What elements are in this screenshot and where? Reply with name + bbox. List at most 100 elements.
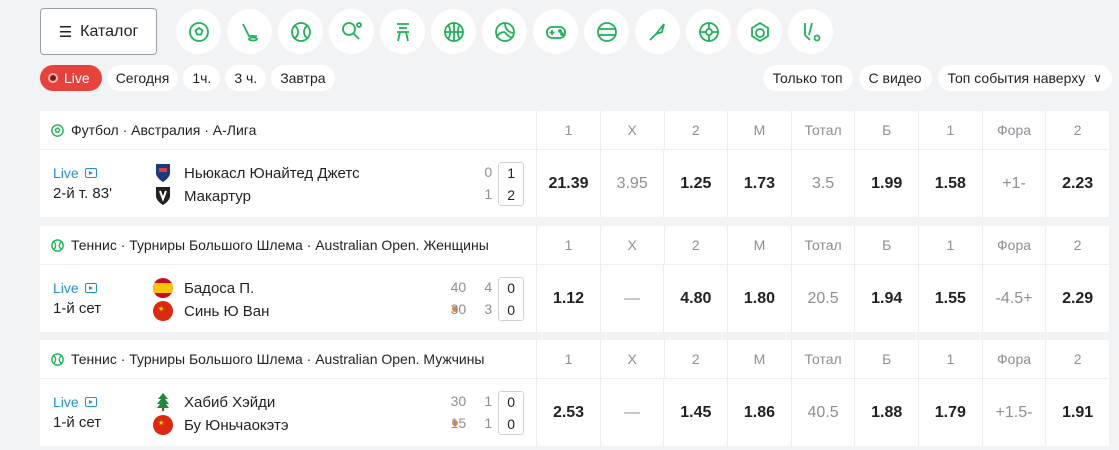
odd-total-over-button[interactable]: 1.94 [854, 265, 918, 332]
odd-handicap1-button[interactable]: 1.58 [918, 150, 982, 217]
event-info[interactable]: Live 2-й т. 83' Ньюкасл Юнайтед Джетс Ма… [40, 150, 536, 217]
score-column: 1 1 [472, 391, 498, 435]
league-label: Теннис · Турниры Большого Шлема · Austra… [71, 237, 489, 253]
today-filter-button[interactable]: Сегодня [106, 65, 179, 91]
sport-icons-bar [176, 9, 833, 54]
esports-tower-icon[interactable] [380, 9, 425, 54]
column-header: 2 [1045, 226, 1109, 264]
event-period: 1-й сет [53, 414, 102, 431]
volleyball-icon[interactable] [482, 9, 527, 54]
sort-dropdown[interactable]: Топ события наверху ∨ [937, 65, 1112, 91]
table-tennis-icon[interactable] [329, 9, 374, 54]
score-column: 0 1 [472, 162, 498, 206]
odd-handicap2-button[interactable]: 2.29 [1045, 265, 1109, 332]
live-label[interactable]: Live [53, 280, 97, 296]
odd-win2-button[interactable]: 4.80 [663, 265, 727, 332]
odd-handicap1-button[interactable]: 1.79 [918, 379, 982, 446]
league-title[interactable]: Теннис · Турниры Большого Шлема · Austra… [40, 226, 536, 264]
odd-draw-button: — [599, 379, 664, 446]
column-header: 2 [663, 340, 728, 378]
column-header: М [727, 111, 791, 149]
three-hours-filter-button[interactable]: 3 ч. [225, 65, 267, 91]
event-info[interactable]: Live 1-й сет Хабиб Хэйди ★ Бу Юньчаокэтэ … [40, 379, 536, 446]
team-home: Хабиб Хэйди [152, 391, 275, 413]
team-logo-macarthur [152, 185, 174, 207]
event-row: Live 1-й сет Бадоса П. ★ Синь Ю Ван 40 30… [40, 265, 1109, 332]
floorball-icon[interactable] [788, 9, 833, 54]
event-header: Теннис · Турниры Большого Шлема · Austra… [40, 340, 1109, 379]
event-period: 2-й т. 83' [53, 185, 112, 202]
odd-total-over-button[interactable]: 1.99 [854, 150, 918, 217]
column-header: Тотал [790, 226, 855, 264]
column-header: 1 [536, 111, 600, 149]
time-filters: Live Сегодня 1ч. 3 ч. Завтра [40, 65, 335, 91]
futsal-icon[interactable] [686, 9, 731, 54]
flag-lebanon-icon [152, 391, 174, 413]
odd-total-line-button: 40.5 [790, 379, 855, 446]
odd-draw-button: — [599, 265, 664, 332]
football-icon[interactable] [176, 9, 221, 54]
flag-china-icon: ★ [152, 300, 174, 322]
league-title[interactable]: Теннис · Турниры Большого Шлема · Austra… [40, 340, 536, 378]
team-name: Макартур [184, 187, 251, 205]
league-title[interactable]: Футбол · Австралия · А-Лига [40, 111, 536, 149]
basketball-icon[interactable] [431, 9, 476, 54]
live-filter-button[interactable]: Live [40, 65, 102, 91]
event-info[interactable]: Live 1-й сет Бадоса П. ★ Синь Ю Ван 40 30… [40, 265, 536, 332]
score-value: 1 [484, 186, 493, 202]
baseball-icon[interactable] [584, 9, 629, 54]
ice-hockey-icon[interactable] [227, 9, 272, 54]
team-away: ★ Синь Ю Ван [152, 300, 269, 322]
odd-total-under-label-button[interactable]: 1.86 [727, 379, 791, 446]
column-header: Тотал [790, 340, 855, 378]
odd-handicap2-button[interactable]: 1.91 [1045, 379, 1109, 446]
column-header: 2 [663, 111, 728, 149]
with-video-button[interactable]: С видео [858, 65, 932, 91]
live-text: Live [53, 165, 79, 181]
score-value: 30 [450, 301, 467, 317]
one-hour-filter-button[interactable]: 1ч. [183, 65, 221, 91]
badminton-icon[interactable] [635, 9, 680, 54]
odd-total-under-label-button[interactable]: 1.73 [727, 150, 791, 217]
score-main-column: 1 2 [498, 162, 525, 206]
score-main-column: 0 0 [498, 277, 525, 321]
odd-handicap1-button[interactable]: 1.55 [918, 265, 982, 332]
odd-win2-button[interactable]: 1.25 [663, 150, 727, 217]
football-icon [50, 123, 65, 138]
svg-text:★: ★ [158, 305, 164, 313]
odd-total-over-button[interactable]: 1.88 [854, 379, 918, 446]
tennis-icon[interactable] [278, 9, 323, 54]
live-text: Live [53, 280, 79, 296]
gamepad-icon[interactable] [533, 9, 578, 54]
odd-handicap2-button[interactable]: 2.23 [1045, 150, 1109, 217]
live-label[interactable]: Live [53, 394, 97, 410]
odd-win2-button[interactable]: 1.45 [663, 379, 727, 446]
score-value: 3 [484, 301, 493, 317]
flag-china-icon: ★ [152, 414, 174, 436]
odd-win1-button[interactable]: 2.53 [536, 379, 600, 446]
scoreboard: 30 15 1 1 0 0 [445, 391, 525, 435]
event-row: Live 1-й сет Хабиб Хэйди ★ Бу Юньчаокэтэ … [40, 379, 1109, 446]
odd-win1-button[interactable]: 21.39 [536, 150, 600, 217]
column-header: М [727, 340, 791, 378]
tomorrow-filter-button[interactable]: Завтра [271, 65, 335, 91]
team-name: Ньюкасл Юнайтед Джетс [184, 164, 360, 182]
column-header: 1 [536, 340, 600, 378]
column-header: 1 [536, 226, 600, 264]
odd-handicap-line-button: -4.5+ [981, 265, 1046, 332]
live-label[interactable]: Live [53, 165, 97, 181]
column-header: X [599, 111, 664, 149]
column-header: Б [854, 111, 918, 149]
score-value: 1 [484, 415, 493, 431]
live-dot-icon [48, 73, 58, 83]
flag-spain-icon [152, 277, 174, 299]
odd-win1-button[interactable]: 1.12 [536, 265, 600, 332]
catalog-label: Каталог [80, 22, 139, 40]
tennis-icon [50, 238, 65, 253]
score-main-value: 1 [507, 165, 516, 181]
catalog-button[interactable]: ☰ Каталог [40, 8, 157, 55]
team-home: Ньюкасл Юнайтед Джетс [152, 162, 360, 184]
handball-icon[interactable] [737, 9, 782, 54]
odd-total-under-label-button[interactable]: 1.80 [727, 265, 791, 332]
only-top-button[interactable]: Только топ [762, 65, 853, 91]
